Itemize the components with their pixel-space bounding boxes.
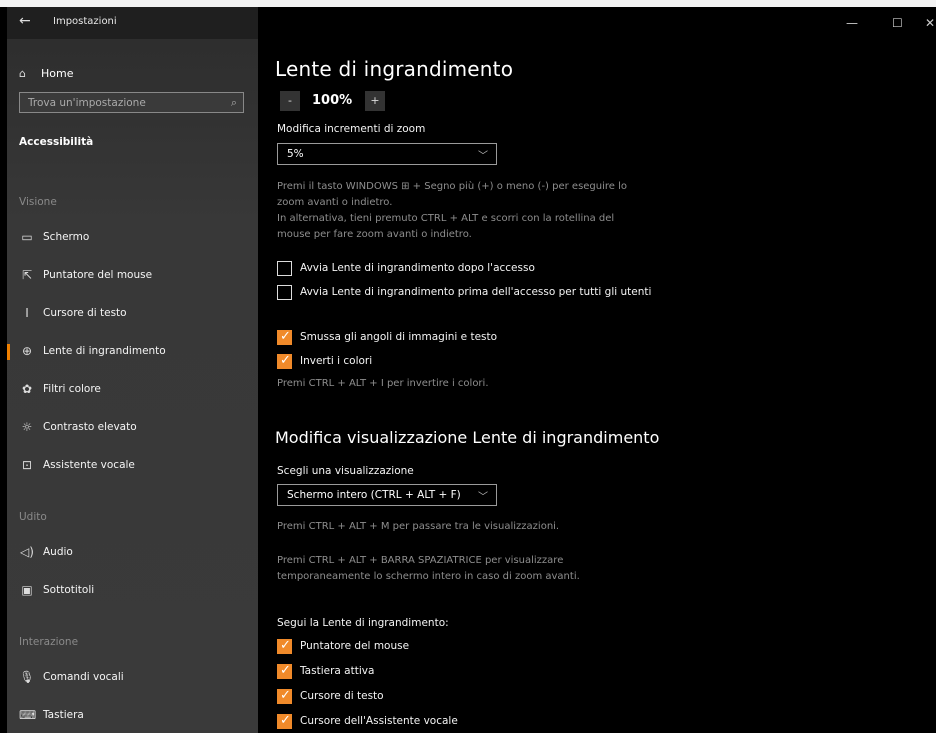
- check-icon: ✓: [280, 688, 291, 703]
- sidebar-item-sottotitoli[interactable]: ▣ Sottotitoli: [19, 581, 254, 603]
- sidebar-item-tastiera[interactable]: ⌨ Tastiera: [19, 706, 254, 728]
- help-line: mouse per fare zoom avanti o indietro.: [277, 229, 472, 240]
- help-line: Premi CTRL + ALT + BARRA SPAZIATRICE per…: [277, 555, 564, 566]
- checkbox-box[interactable]: ✓: [277, 353, 292, 369]
- minimize-icon[interactable]: —: [846, 16, 858, 30]
- search-icon[interactable]: ⌕: [231, 96, 237, 110]
- dropdown-value: Schermo intero (CTRL + ALT + F): [287, 489, 461, 501]
- mouse-pointer-icon: ⇱: [21, 268, 33, 282]
- checkbox-label: Puntatore del mouse: [300, 640, 410, 652]
- sidebar-item-label: Sottotitoli: [43, 584, 95, 596]
- sidebar-item-contrasto[interactable]: ☼ Contrasto elevato: [19, 418, 254, 440]
- checkbox-label: Tastiera attiva: [300, 665, 375, 677]
- help-line: zoom avanti o indietro.: [277, 197, 393, 208]
- home-label: Home: [41, 67, 74, 80]
- sidebar-item-puntatore[interactable]: ⇱ Puntatore del mouse: [19, 266, 254, 288]
- color-filter-icon: ✿: [21, 382, 33, 396]
- group-udito: Udito: [19, 511, 47, 523]
- checkbox-label: Avvia Lente di ingrandimento prima dell'…: [300, 286, 652, 298]
- captions-icon: ▣: [21, 583, 33, 597]
- view-help-text: Premi CTRL + ALT + M per passare tra le …: [277, 521, 560, 532]
- sidebar-item-cursore-testo[interactable]: I Cursore di testo: [19, 304, 254, 326]
- back-arrow-icon[interactable]: ←: [19, 13, 31, 29]
- monitor-icon: ▭: [21, 230, 33, 244]
- sidebar-item-label: Cursore di testo: [43, 307, 127, 319]
- checkbox-box[interactable]: ✓: [277, 663, 292, 679]
- sidebar-item-label: Comandi vocali: [43, 671, 124, 683]
- checkbox-label: Smussa gli angoli di immagini e testo: [300, 331, 498, 343]
- sidebar-item-filtri[interactable]: ✿ Filtri colore: [19, 380, 254, 402]
- checkbox-box[interactable]: ✓: [277, 688, 292, 704]
- check-icon: ✓: [280, 663, 291, 678]
- sidebar-item-comandi-vocali[interactable]: 🎙 Comandi vocali: [19, 668, 254, 690]
- zoom-help-text: Premi il tasto WINDOWS ⊞ + Segno più (+)…: [277, 179, 657, 243]
- checkbox-box[interactable]: [277, 285, 292, 300]
- checkbox-label: Avvia Lente di ingrandimento dopo l'acce…: [300, 262, 535, 274]
- help-line: Premi il tasto WINDOWS ⊞ + Segno più (+)…: [277, 181, 628, 192]
- sidebar-item-label: Lente di ingrandimento: [43, 345, 166, 357]
- checkbox-box[interactable]: ✓: [277, 638, 292, 654]
- sidebar: ← Impostazioni ⌂ Home Trova un'impostazio…: [7, 7, 258, 733]
- dropdown-value: 5%: [287, 148, 304, 160]
- keyboard-icon: ⌨: [19, 708, 37, 722]
- microphone-icon: 🎙: [19, 670, 35, 684]
- zoom-out-button[interactable]: -: [280, 91, 300, 111]
- sidebar-item-label: Puntatore del mouse: [43, 269, 153, 281]
- sidebar-item-label: Audio: [43, 546, 73, 558]
- check-icon: ✓: [280, 329, 291, 344]
- sidebar-item-label: Schermo: [43, 231, 90, 243]
- maximize-icon[interactable]: ☐: [892, 16, 903, 30]
- group-visione: Visione: [19, 196, 57, 208]
- check-icon: ✓: [280, 713, 291, 728]
- zoom-in-button[interactable]: +: [365, 91, 385, 111]
- home-icon: ⌂: [19, 67, 26, 80]
- checkbox-box[interactable]: ✓: [277, 329, 292, 345]
- help-line: temporaneamente lo schermo intero in cas…: [277, 571, 580, 582]
- sidebar-item-lente[interactable]: ⊕ Lente di ingrandimento: [7, 342, 254, 364]
- title-bar: ← Impostazioni: [7, 7, 258, 39]
- sidebar-item-label: Filtri colore: [43, 383, 101, 395]
- text-cursor-icon: I: [25, 306, 29, 320]
- zoom-increment-label: Modifica incrementi di zoom: [277, 123, 426, 135]
- speaker-icon: ◁): [20, 545, 34, 559]
- checkbox-label: Cursore di testo: [300, 690, 384, 702]
- check-icon: ✓: [280, 353, 291, 368]
- section-title-view: Modifica visualizzazione Lente di ingran…: [275, 428, 660, 447]
- category-title: Accessibilità: [19, 136, 94, 148]
- checkbox-box[interactable]: [277, 261, 292, 276]
- chevron-down-icon: ﹀: [478, 492, 488, 503]
- invert-help-text: Premi CTRL + ALT + I per invertire i col…: [277, 378, 489, 389]
- brightness-icon: ☼: [21, 420, 33, 434]
- app-title: Impostazioni: [53, 16, 117, 27]
- sidebar-item-schermo[interactable]: ▭ Schermo: [19, 228, 254, 250]
- sidebar-item-assistente[interactable]: ⊡ Assistente vocale: [19, 456, 254, 478]
- checkbox-label: Cursore dell'Assistente vocale: [300, 715, 458, 727]
- sidebar-item-label: Assistente vocale: [43, 459, 135, 471]
- search-input[interactable]: Trova un'impostazione ⌕: [19, 92, 244, 113]
- chevron-down-icon: ﹀: [478, 151, 488, 162]
- space-help-text: Premi CTRL + ALT + BARRA SPAZIATRICE per…: [277, 553, 657, 585]
- view-dropdown[interactable]: Schermo intero (CTRL + ALT + F) ﹀: [277, 484, 497, 506]
- zoom-level: 100%: [312, 93, 353, 108]
- sidebar-item-label: Tastiera: [43, 709, 84, 721]
- view-label: Scegli una visualizzazione: [277, 465, 414, 477]
- check-icon: ✓: [280, 638, 291, 653]
- sidebar-home[interactable]: ⌂ Home: [19, 67, 73, 80]
- page-title: Lente di ingrandimento: [275, 57, 514, 81]
- sidebar-item-audio[interactable]: ◁) Audio: [19, 543, 254, 565]
- checkbox-label: Inverti i colori: [300, 355, 373, 367]
- help-line: In alternativa, tieni premuto CTRL + ALT…: [277, 213, 615, 224]
- sidebar-item-label: Contrasto elevato: [43, 421, 137, 433]
- magnifier-icon: ⊕: [21, 344, 33, 358]
- follow-label: Segui la Lente di ingrandimento:: [277, 617, 449, 629]
- top-border: [0, 0, 936, 7]
- narrator-icon: ⊡: [21, 458, 33, 472]
- group-interazione: Interazione: [19, 636, 79, 648]
- zoom-increment-dropdown[interactable]: 5% ﹀: [277, 143, 497, 165]
- checkbox-box[interactable]: ✓: [277, 713, 292, 729]
- search-placeholder: Trova un'impostazione: [28, 97, 146, 109]
- close-icon[interactable]: ✕: [925, 16, 935, 30]
